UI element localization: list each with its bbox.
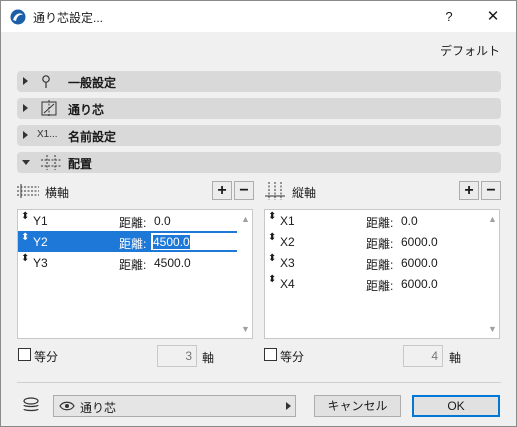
add-vertical-axis-button[interactable]: + (459, 181, 479, 200)
placement-icon (41, 155, 61, 170)
remove-horizontal-axis-button[interactable]: − (234, 181, 254, 200)
axis-row-y3[interactable]: ⬍ Y3 距離: 4500.0 (18, 252, 238, 273)
distance-edit-value[interactable]: 4500.0 (153, 235, 190, 249)
vertical-axis-list[interactable]: ⬍ X1 距離: 0.0 ⬍ X2 距離: 6000.0 ⬍ X3 距離: 60… (264, 209, 500, 339)
section-placement[interactable]: 配置 (17, 152, 501, 173)
axis-row-x2[interactable]: ⬍ X2 距離: 6000.0 (265, 231, 485, 252)
reorder-icon[interactable]: ⬍ (21, 212, 29, 222)
grid-settings-dialog: 通り芯設定... ? ✕ デフォルト 一般設定 通り芯 X1... 名前設定 配… (0, 0, 517, 427)
section-label: 一般設定 (68, 76, 117, 90)
distance-label: 距離: (366, 237, 394, 251)
horizontal-axis-label: 横軸 (45, 186, 70, 200)
section-label: 配置 (68, 157, 93, 171)
section-label: 通り芯 (68, 103, 105, 117)
section-grid-axis[interactable]: 通り芯 (17, 98, 501, 119)
remove-vertical-axis-button[interactable]: − (481, 181, 501, 200)
section-general-settings[interactable]: 一般設定 (17, 71, 501, 92)
vertical-equal-checkbox[interactable] (264, 348, 277, 361)
footer-separator (17, 382, 501, 383)
horizontal-count-unit: 軸 (202, 351, 215, 365)
distance-value[interactable]: 4500.0 (154, 256, 191, 270)
distance-value[interactable]: 0.0 (401, 214, 418, 228)
axis-row-x3[interactable]: ⬍ X3 距離: 6000.0 (265, 252, 485, 273)
distance-value[interactable]: 6000.0 (401, 256, 438, 270)
axis-row-y1[interactable]: ⬍ Y1 距離: 0.0 (18, 210, 238, 231)
vertical-axis-label: 縦軸 (292, 186, 317, 200)
expand-arrow-icon[interactable] (23, 131, 28, 139)
distance-value[interactable]: 6000.0 (401, 277, 438, 291)
expand-arrow-icon[interactable] (23, 77, 28, 85)
distance-value[interactable]: 0.0 (154, 214, 171, 228)
close-button[interactable]: ✕ (479, 5, 507, 29)
dialog-title: 通り芯設定... (33, 11, 104, 25)
layer-select-value: 通り芯 (80, 401, 117, 415)
reorder-icon[interactable]: ⬍ (268, 275, 276, 285)
axis-name: Y2 (33, 235, 48, 249)
scroll-up-icon[interactable]: ▲ (488, 214, 497, 224)
reorder-icon[interactable]: ⬍ (21, 233, 29, 243)
vertical-equal-label: 等分 (280, 350, 305, 364)
axis-row-y2[interactable]: ⬍ Y2 距離: 4500.0 (18, 231, 238, 252)
distance-label: 距離: (119, 258, 147, 272)
horizontal-axis-icon (17, 184, 39, 198)
vertical-axis-icon (265, 182, 285, 200)
axis-name: X2 (280, 235, 295, 249)
collapse-arrow-icon[interactable] (22, 160, 30, 165)
distance-label: 距離: (119, 237, 147, 251)
reorder-icon[interactable]: ⬍ (21, 254, 29, 264)
distance-label: 距離: (366, 258, 394, 272)
horizontal-equal-checkbox[interactable] (18, 348, 31, 361)
distance-label: 距離: (119, 216, 147, 230)
distance-label: 距離: (366, 279, 394, 293)
vertical-count-unit: 軸 (449, 351, 462, 365)
horizontal-axis-list[interactable]: ⬍ Y1 距離: 0.0 ⬍ Y2 距離: 4500.0 ⬍ Y3 距離: 45… (17, 209, 253, 339)
vertical-count-field: 4 (403, 345, 443, 367)
scroll-down-icon[interactable]: ▼ (488, 324, 497, 334)
scroll-up-icon[interactable]: ▲ (241, 214, 250, 224)
layer-select[interactable]: 通り芯 (53, 395, 296, 417)
axis-name: X3 (280, 256, 295, 270)
horizontal-list-scrollbar[interactable]: ▲ ▼ (237, 210, 252, 338)
horizontal-count-field: 3 (157, 345, 197, 367)
help-button[interactable]: ? (435, 5, 463, 29)
horizontal-equal-label: 等分 (34, 350, 59, 364)
axis-row-x4[interactable]: ⬍ X4 距離: 6000.0 (265, 273, 485, 294)
axis-name: Y3 (33, 256, 48, 270)
axis-row-x1[interactable]: ⬍ X1 距離: 0.0 (265, 210, 485, 231)
distance-value[interactable]: 6000.0 (401, 235, 438, 249)
reorder-icon[interactable]: ⬍ (268, 212, 276, 222)
title-bar: 通り芯設定... ? ✕ (1, 1, 516, 32)
pin-icon (42, 75, 50, 88)
scroll-down-icon[interactable]: ▼ (241, 324, 250, 334)
add-horizontal-axis-button[interactable]: + (212, 181, 232, 200)
layers-icon (23, 397, 39, 412)
ok-button[interactable]: OK (412, 395, 500, 417)
grid-axis-icon (41, 100, 57, 117)
section-label: 名前設定 (68, 130, 117, 144)
axis-name: X4 (280, 277, 295, 291)
expand-arrow-icon[interactable] (23, 104, 28, 112)
default-link[interactable]: デフォルト (440, 42, 500, 59)
distance-label: 距離: (366, 216, 394, 230)
eye-icon (59, 401, 75, 411)
vertical-axis-header: 縦軸 (264, 182, 464, 200)
naming-icon: X1... (37, 129, 58, 140)
reorder-icon[interactable]: ⬍ (268, 254, 276, 264)
horizontal-axis-header: 横軸 (17, 182, 217, 200)
cancel-button[interactable]: キャンセル (314, 395, 401, 417)
axis-name: X1 (280, 214, 295, 228)
distance-edit-field[interactable]: 4500.0 (150, 232, 238, 251)
vertical-list-scrollbar[interactable]: ▲ ▼ (484, 210, 499, 338)
axis-name: Y1 (33, 214, 48, 228)
section-naming[interactable]: X1... 名前設定 (17, 125, 501, 146)
reorder-icon[interactable]: ⬍ (268, 233, 276, 243)
archicad-app-icon (10, 9, 26, 25)
chevron-right-icon (286, 402, 291, 410)
